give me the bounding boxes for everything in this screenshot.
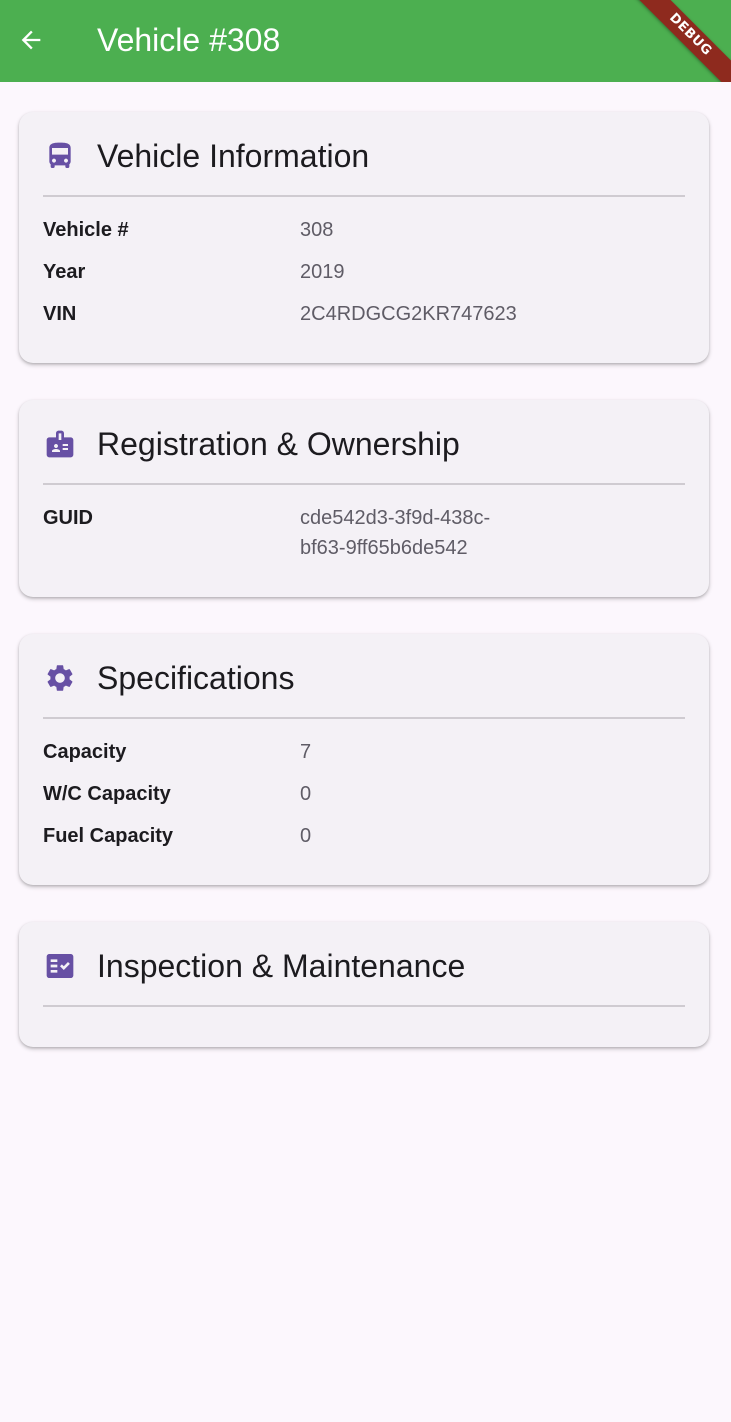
year-value: 2019: [300, 261, 345, 283]
year-label: Year: [43, 261, 86, 283]
app-bar: Vehicle #308 DEBUG: [0, 0, 731, 82]
card-header: Specifications: [43, 658, 294, 698]
card-divider: [43, 483, 685, 485]
fuel-capacity-label: Fuel Capacity: [43, 825, 174, 847]
guid-label: GUID: [43, 507, 93, 529]
vehicle-number-label: Vehicle #: [43, 219, 129, 241]
card-divider: [43, 1005, 685, 1007]
card-title: Inspection & Maintenance: [97, 948, 466, 984]
arrow-left-icon: [21, 30, 41, 50]
card-title: Vehicle Information: [97, 138, 370, 174]
gear-icon: [43, 661, 77, 695]
card-divider: [43, 195, 685, 197]
vin-label: VIN: [43, 303, 77, 325]
guid-value-line-1: cde542d3-3f9d-438c-: [300, 507, 491, 529]
capacity-label: Capacity: [43, 741, 127, 763]
guid-value: cde542d3-3f9d-438c- bf63-9ff65b6de542: [300, 503, 640, 563]
checklist-icon: [43, 949, 77, 983]
vehicle-information-card: Vehicle Information Vehicle # 308 Year 2…: [19, 112, 709, 363]
guid-value-line-2: bf63-9ff65b6de542: [300, 537, 468, 559]
specifications-card: Specifications Capacity 7 W/C Capacity 0…: [19, 634, 709, 885]
inspection-maintenance-card: Inspection & Maintenance: [19, 922, 709, 1047]
card-title: Specifications: [97, 660, 295, 696]
vin-value: 2C4RDGCG2KR747623: [300, 303, 517, 325]
vehicle-number-value: 308: [300, 219, 334, 241]
card-header: Registration & Ownership: [43, 424, 460, 464]
wc-capacity-value: 0: [300, 783, 312, 805]
capacity-value: 7: [300, 741, 312, 763]
card-divider: [43, 717, 685, 719]
id-badge-icon: [43, 427, 77, 461]
card-header: Vehicle Information: [43, 136, 369, 176]
bus-icon: [43, 139, 77, 173]
debug-banner: DEBUG: [621, 0, 731, 82]
card-title: Registration & Ownership: [97, 426, 460, 462]
fuel-capacity-value: 0: [300, 825, 312, 847]
card-header: Inspection & Maintenance: [43, 946, 465, 986]
wc-capacity-label: W/C Capacity: [43, 783, 171, 805]
page-title: Vehicle #308: [97, 22, 281, 58]
back-button[interactable]: [11, 20, 51, 60]
debug-banner-label: DEBUG: [629, 0, 731, 82]
registration-ownership-card: Registration & Ownership GUID cde542d3-3…: [19, 400, 709, 597]
